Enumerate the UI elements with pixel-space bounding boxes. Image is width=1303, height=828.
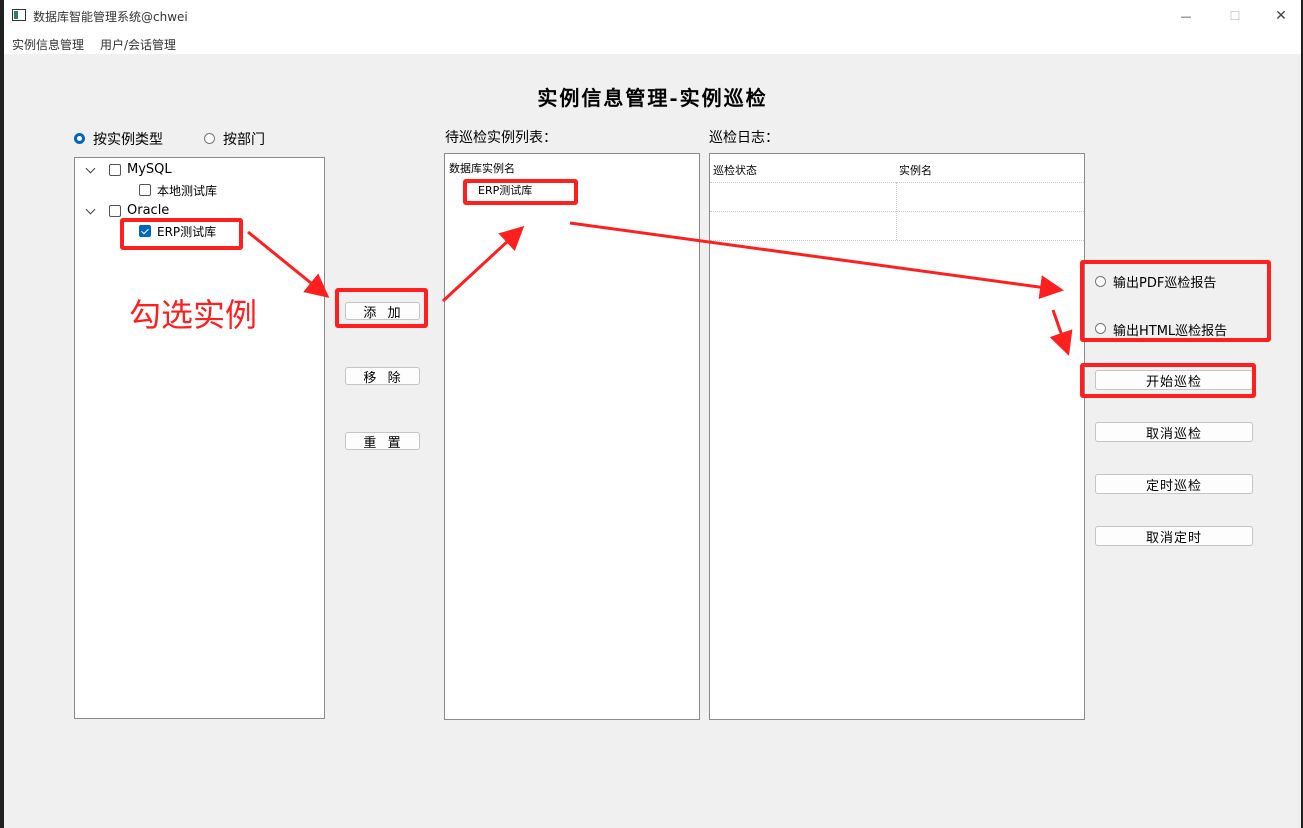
- by-dept-label[interactable]: 按部门: [223, 129, 265, 149]
- by-type-radio[interactable]: [74, 133, 85, 144]
- tree-group-oracle[interactable]: Oracle: [127, 203, 169, 218]
- window-title: 数据库智能管理系统@chwei: [33, 10, 188, 24]
- annotation-label: 勾选实例: [129, 296, 258, 334]
- highlight-add-button: [335, 288, 428, 328]
- pending-list-heading: 待巡检实例列表：: [445, 130, 557, 146]
- pending-instance-list[interactable]: 数据库实例名 ERP测试库: [444, 153, 700, 720]
- cancel-inspection-button[interactable]: 取消巡检: [1095, 422, 1253, 442]
- close-button[interactable]: ✕: [1258, 0, 1303, 32]
- title-bar: 数据库智能管理系统@chwei — ☐ ✕: [4, 0, 1301, 32]
- log-column-status: 巡检状态: [713, 164, 757, 177]
- highlight-erp-tree-item: [120, 218, 243, 250]
- reset-button[interactable]: 重 置: [345, 432, 420, 451]
- log-grid-line: [710, 182, 1084, 183]
- schedule-inspection-button[interactable]: 定时巡检: [1095, 474, 1253, 494]
- minimize-button[interactable]: —: [1163, 0, 1209, 32]
- page-title: 实例信息管理-实例巡检: [537, 86, 768, 110]
- by-type-label[interactable]: 按实例类型: [93, 129, 163, 149]
- tree-item-local-test[interactable]: 本地测试库: [157, 182, 217, 199]
- log-grid-line: [710, 211, 1084, 212]
- remove-button[interactable]: 移 除: [345, 367, 420, 386]
- menu-user-session[interactable]: 用户/会话管理: [100, 36, 176, 53]
- cancel-schedule-button[interactable]: 取消定时: [1095, 526, 1253, 546]
- inspection-log-table[interactable]: 巡检状态 实例名: [709, 153, 1085, 720]
- highlight-pending-item: [463, 179, 578, 205]
- app-window: 数据库智能管理系统@chwei — ☐ ✕ 实例信息管理 用户/会话管理 实例信…: [4, 0, 1301, 828]
- maximize-icon: ☐: [1229, 9, 1241, 23]
- log-column-instance: 实例名: [899, 164, 932, 177]
- menu-instance-info[interactable]: 实例信息管理: [12, 36, 84, 53]
- oracle-checkbox[interactable]: [109, 205, 121, 217]
- chevron-down-icon[interactable]: [85, 163, 96, 174]
- tree-group-mysql[interactable]: MySQL: [127, 162, 172, 177]
- highlight-start-button: [1080, 363, 1256, 398]
- log-grid-line: [710, 240, 1084, 241]
- app-icon: [12, 9, 26, 21]
- highlight-output-options: [1080, 260, 1271, 342]
- maximize-button[interactable]: ☐: [1212, 0, 1258, 32]
- menu-bar: 实例信息管理 用户/会话管理: [4, 32, 1301, 54]
- log-grid-line: [896, 182, 897, 240]
- by-dept-radio[interactable]: [204, 133, 215, 144]
- log-heading: 巡检日志：: [709, 130, 779, 146]
- pending-column-header: 数据库实例名: [449, 162, 515, 175]
- local-test-checkbox[interactable]: [139, 184, 151, 196]
- minimize-icon: —: [1180, 9, 1192, 23]
- mysql-checkbox[interactable]: [109, 164, 121, 176]
- chevron-down-icon[interactable]: [85, 204, 96, 215]
- close-icon: ✕: [1275, 8, 1287, 24]
